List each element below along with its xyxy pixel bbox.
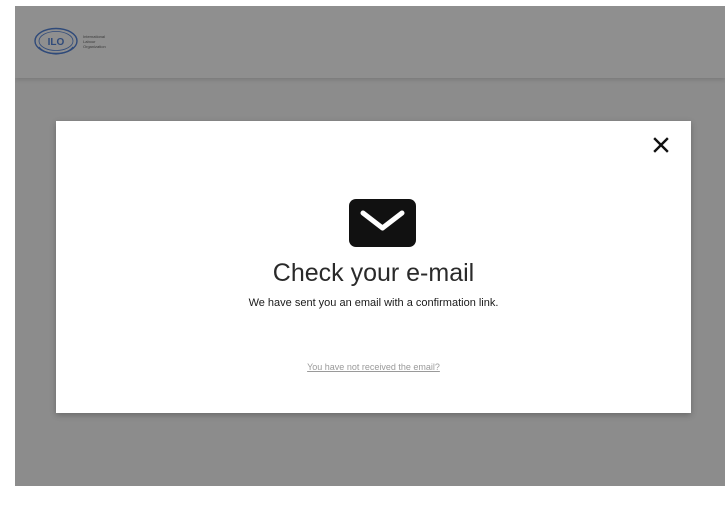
logo-line: Organization	[83, 43, 106, 49]
mail-icon-wrapper	[349, 199, 416, 247]
modal-title: Check your e-mail	[272, 259, 475, 287]
resend-link-container: You have not received the email?	[56, 361, 691, 373]
envelope-icon	[349, 199, 416, 247]
app-background: ILO International Labour Organization Ch…	[15, 6, 725, 486]
modal-message: We have sent you an email with a confirm…	[248, 297, 499, 309]
confirmation-modal: Check your e-mail We have sent you an em…	[56, 121, 691, 413]
close-icon	[653, 137, 669, 153]
ilo-logo[interactable]: ILO International Labour Organization	[33, 26, 123, 56]
resend-email-link[interactable]: You have not received the email?	[307, 362, 440, 372]
ilo-emblem-icon: ILO	[34, 27, 78, 55]
top-bar: ILO International Labour Organization	[15, 6, 725, 78]
ilo-logo-text: International Labour Organization	[83, 34, 123, 49]
svg-text:ILO: ILO	[48, 37, 65, 48]
close-button[interactable]	[651, 135, 671, 155]
